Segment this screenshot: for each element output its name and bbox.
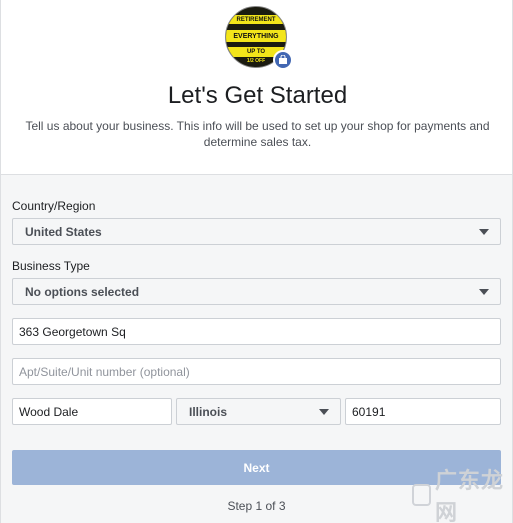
country-select[interactable]: United States bbox=[12, 218, 501, 245]
page-title: Let's Get Started bbox=[167, 82, 348, 109]
state-value: Illinois bbox=[189, 404, 228, 419]
logo-line-2: EVERYTHING bbox=[233, 33, 279, 40]
watermark-text: 广东龙网 bbox=[435, 469, 505, 523]
shop-avatar[interactable]: RETIREMENT EVERYTHING UP TO 1/2 OFF bbox=[225, 6, 293, 72]
chevron-down-icon bbox=[479, 289, 489, 295]
chevron-down-icon bbox=[319, 409, 329, 415]
state-select[interactable]: Illinois bbox=[176, 398, 341, 425]
apt-suite-field[interactable]: Apt/Suite/Unit number (optional) bbox=[12, 358, 501, 385]
zip-code-field[interactable]: 60191 bbox=[345, 398, 501, 425]
header-section: RETIREMENT EVERYTHING UP TO 1/2 OFF Let'… bbox=[0, 0, 513, 174]
business-type-label: Business Type bbox=[12, 259, 90, 273]
shop-bag-icon bbox=[273, 50, 293, 70]
page-description: Tell us about your business. This info w… bbox=[25, 119, 490, 149]
country-value: United States bbox=[25, 224, 102, 239]
country-label: Country/Region bbox=[12, 199, 96, 213]
watermark-logo-icon bbox=[412, 484, 432, 506]
city-field[interactable]: Wood Dale bbox=[12, 398, 172, 425]
logo-line-1: RETIREMENT bbox=[236, 17, 276, 23]
business-type-select[interactable]: No options selected bbox=[12, 278, 501, 305]
street-address-field[interactable]: 363 Georgetown Sq bbox=[12, 318, 501, 345]
chevron-down-icon bbox=[479, 229, 489, 235]
business-type-value: No options selected bbox=[25, 284, 140, 299]
watermark: 广东龙网 bbox=[412, 469, 512, 523]
